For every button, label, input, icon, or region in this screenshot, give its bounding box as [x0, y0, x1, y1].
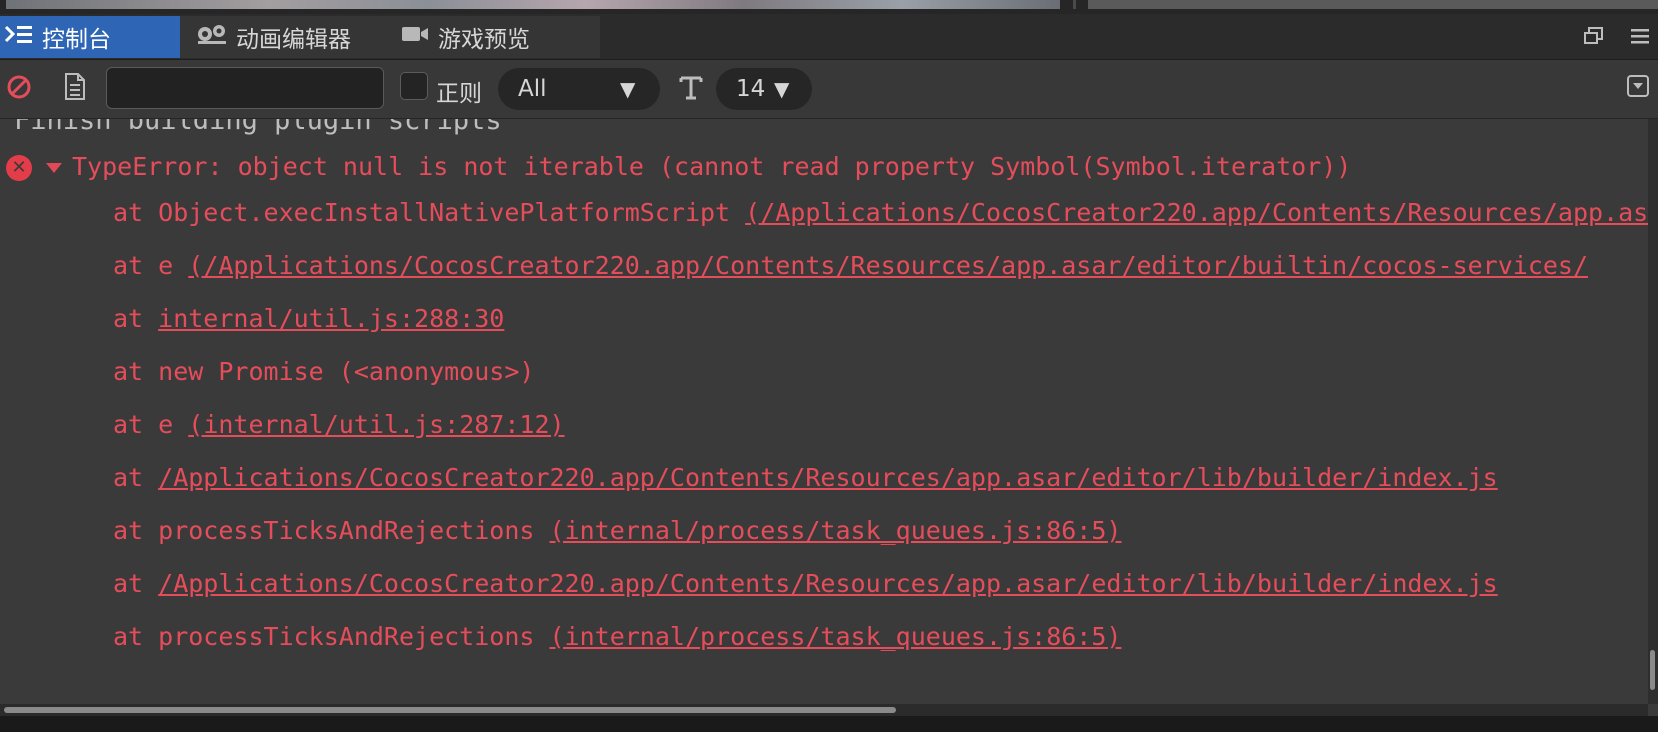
error-entry-header[interactable]: ✕ TypeError: object null is not iterable…: [0, 143, 1648, 189]
adjacent-panel-edge: [1088, 0, 1658, 9]
stack-text: at e: [113, 410, 189, 439]
log-line-truncated: Finish building plugin scripts: [14, 119, 502, 136]
regex-checkbox[interactable]: [400, 72, 428, 100]
stack-link[interactable]: (internal/process/task_queues.js:86:5): [550, 516, 1122, 545]
font-size-value: 14: [736, 76, 766, 102]
stack-link[interactable]: (internal/process/task_queues.js:86:5): [550, 622, 1122, 651]
popout-window-icon[interactable]: [1582, 24, 1606, 48]
stack-link[interactable]: /Applications/CocosCreator220.app/Conten…: [158, 569, 1498, 598]
error-icon: ✕: [6, 155, 32, 181]
font-size-icon: [678, 74, 704, 106]
stack-link[interactable]: (internal/util.js:287:12): [188, 410, 564, 439]
video-camera-icon: [400, 22, 430, 52]
tab-game-preview-label: 游戏预览: [438, 27, 530, 53]
stack-line: at new Promise (<anonymous>): [113, 357, 534, 386]
console-list-icon: [4, 22, 34, 52]
stack-text: at Object.execInstallNativePlatformScrip…: [113, 198, 746, 227]
tab-animation-editor[interactable]: 动画编辑器: [180, 16, 392, 58]
panel-divider[interactable]: [1073, 0, 1076, 9]
tab-console-label: 控制台: [42, 27, 111, 53]
stack-line: at processTicksAndRejections (internal/p…: [113, 516, 1121, 545]
stack-line: at Object.execInstallNativePlatformScrip…: [113, 198, 1648, 227]
stack-line: at processTicksAndRejections (internal/p…: [113, 622, 1121, 651]
stack-line: at /Applications/CocosCreator220.app/Con…: [113, 463, 1498, 492]
stack-text: at: [113, 463, 159, 492]
stack-line: at internal/util.js:288:30: [113, 304, 504, 333]
stack-text: at: [113, 569, 159, 598]
font-size-select[interactable]: 14 ▼: [716, 68, 812, 110]
log-level-value: All: [518, 76, 547, 102]
stack-line: at /Applications/CocosCreator220.app/Con…: [113, 569, 1498, 598]
chevron-down-icon: ▼: [620, 77, 636, 101]
tab-console[interactable]: 控制台: [0, 16, 182, 58]
vertical-scrollbar[interactable]: [1648, 119, 1658, 704]
stack-line: at e (internal/util.js:287:12): [113, 410, 565, 439]
stack-link[interactable]: (/Applications/CocosCreator220.app/Conte…: [188, 251, 1588, 280]
horizontal-scroll-thumb[interactable]: [4, 707, 896, 713]
stack-link[interactable]: (/Applications/CocosCreator220.app/Conte…: [745, 198, 1648, 227]
scene-preview-image: [6, 0, 1060, 9]
console-toolbar: 正则 All ▼ 14 ▼: [0, 60, 1658, 119]
stack-text: at new Promise (<anonymous>): [113, 357, 535, 386]
console-log-area[interactable]: Finish building plugin scripts ✕ TypeErr…: [0, 119, 1648, 704]
stack-link[interactable]: internal/util.js:288:30: [158, 304, 504, 333]
regex-label: 正则: [436, 81, 482, 107]
animation-gears-icon: [196, 22, 228, 52]
panel-tab-bar: 控制台 动画编辑器 游戏预览: [0, 14, 1658, 60]
vertical-scroll-thumb[interactable]: [1650, 650, 1655, 690]
stack-text: at processTicksAndRejections: [113, 516, 550, 545]
chevron-down-icon: ▼: [774, 77, 790, 101]
bottom-edge: [0, 716, 1658, 732]
scene-preview-strip: [0, 0, 1658, 14]
error-message: TypeError: object null is not iterable (…: [72, 152, 1352, 181]
stack-line: at e (/Applications/CocosCreator220.app/…: [113, 251, 1588, 280]
clear-console-icon[interactable]: [6, 74, 32, 104]
tab-game-preview[interactable]: 游戏预览: [378, 16, 600, 58]
search-input[interactable]: [106, 67, 384, 109]
stack-text: at processTicksAndRejections: [113, 622, 550, 651]
stack-text: at: [113, 304, 159, 333]
panel-menu-icon[interactable]: [1628, 24, 1652, 48]
stack-text: at e: [113, 251, 189, 280]
log-level-select[interactable]: All ▼: [498, 68, 660, 110]
expand-triangle-icon[interactable]: [46, 163, 62, 173]
open-log-file-icon[interactable]: [62, 72, 88, 106]
tab-animation-editor-label: 动画编辑器: [236, 27, 351, 53]
stack-link[interactable]: /Applications/CocosCreator220.app/Conten…: [158, 463, 1498, 492]
collapse-toggle-icon[interactable]: [1626, 74, 1650, 102]
